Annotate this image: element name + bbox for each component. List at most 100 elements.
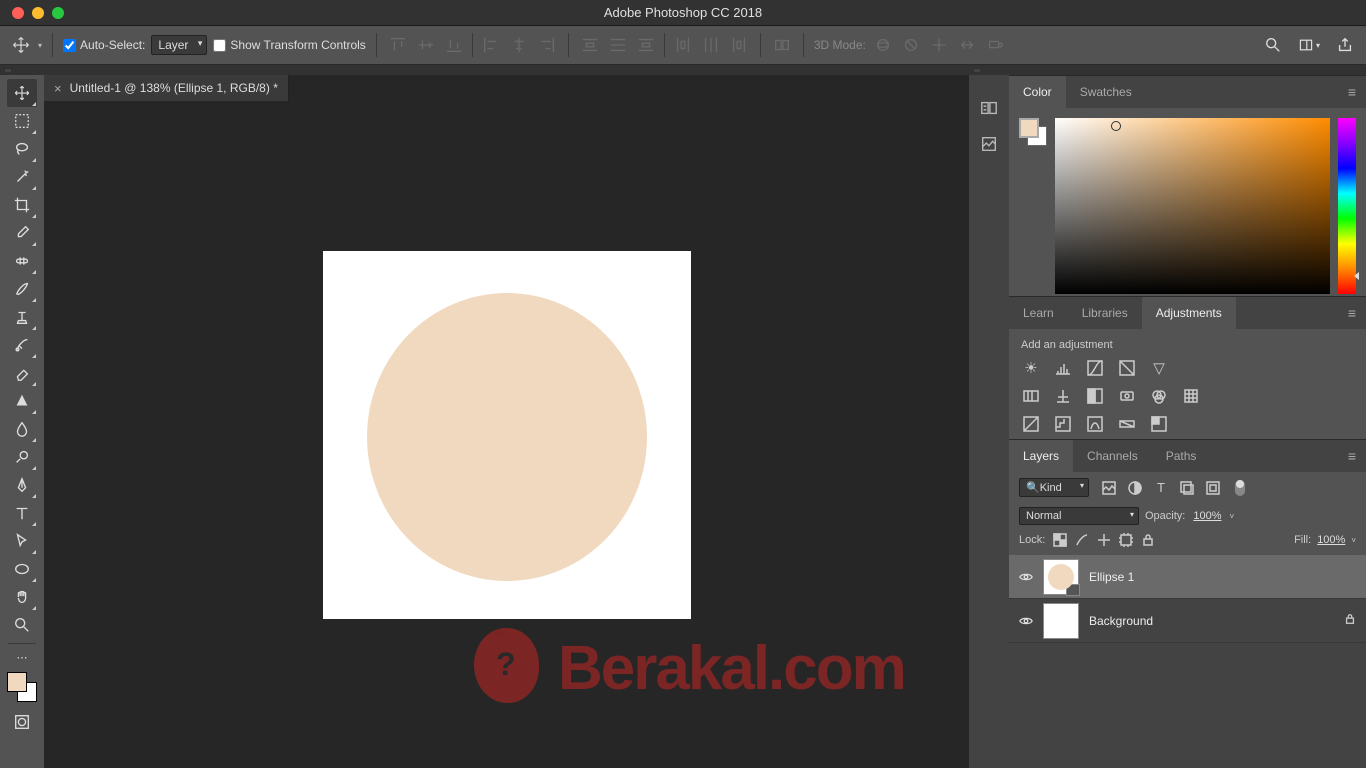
zoom-tool[interactable] <box>7 611 37 639</box>
tab-adjustments[interactable]: Adjustments <box>1142 297 1236 329</box>
ellipse-tool[interactable] <box>7 555 37 583</box>
eyedropper-tool[interactable] <box>7 219 37 247</box>
hue-saturation-icon[interactable] <box>1021 387 1041 405</box>
history-panel-icon[interactable] <box>978 99 1000 117</box>
align-vcenter-icon[interactable] <box>415 34 437 56</box>
layer-thumbnail[interactable] <box>1043 559 1079 595</box>
distribute-top-icon[interactable] <box>579 34 601 56</box>
close-window-icon[interactable] <box>12 7 24 19</box>
photo-filter-icon[interactable] <box>1117 387 1137 405</box>
channel-mixer-icon[interactable] <box>1149 387 1169 405</box>
layer-name[interactable]: Background <box>1089 614 1153 628</box>
align-right-icon[interactable] <box>536 34 558 56</box>
gradient-tool[interactable] <box>7 387 37 415</box>
align-hcenter-icon[interactable] <box>508 34 530 56</box>
three-d-zoom-icon[interactable] <box>984 34 1006 56</box>
three-d-roll-icon[interactable] <box>900 34 922 56</box>
layer-item[interactable]: Ellipse 1 <box>1009 555 1366 599</box>
hue-marker-icon[interactable] <box>1354 272 1359 280</box>
hand-tool[interactable] <box>7 583 37 611</box>
quick-mask-icon[interactable] <box>7 708 37 736</box>
properties-panel-icon[interactable] <box>978 135 1000 153</box>
brightness-contrast-icon[interactable]: ☀ <box>1021 359 1041 377</box>
type-tool[interactable] <box>7 499 37 527</box>
eraser-tool[interactable] <box>7 359 37 387</box>
show-transform-check-input[interactable] <box>213 39 226 52</box>
tab-learn[interactable]: Learn <box>1009 297 1068 329</box>
maximize-window-icon[interactable] <box>52 7 64 19</box>
mini-foreground-swatch[interactable] <box>1019 118 1039 138</box>
gradient-map-icon[interactable] <box>1117 415 1137 433</box>
edit-toolbar-icon[interactable]: ⋯ <box>7 648 37 666</box>
color-lookup-icon[interactable] <box>1181 387 1201 405</box>
distribute-hcenter-icon[interactable] <box>700 34 722 56</box>
color-field[interactable] <box>1055 118 1330 294</box>
visibility-icon[interactable] <box>1019 570 1033 584</box>
layer-thumbnail[interactable] <box>1043 603 1079 639</box>
tool-preset-dropdown-icon[interactable]: ▾ <box>38 41 42 50</box>
curves-icon[interactable] <box>1085 359 1105 377</box>
dodge-tool[interactable] <box>7 443 37 471</box>
color-swatches[interactable] <box>7 672 37 702</box>
fill-dropdown-icon[interactable]: ˅ <box>1351 536 1356 545</box>
share-icon[interactable] <box>1334 34 1356 56</box>
three-d-slide-icon[interactable] <box>956 34 978 56</box>
distribute-left-icon[interactable] <box>672 34 694 56</box>
tab-channels[interactable]: Channels <box>1073 440 1152 472</box>
canvas-viewport[interactable]: ? Berakal.com <box>44 101 969 768</box>
move-tool-icon[interactable] <box>10 34 32 56</box>
path-selection-tool[interactable] <box>7 527 37 555</box>
workspace-switcher-icon[interactable]: ▾ <box>1298 34 1320 56</box>
filter-smart-icon[interactable] <box>1205 480 1221 496</box>
distribute-right-icon[interactable] <box>728 34 750 56</box>
canvas[interactable] <box>323 251 691 619</box>
auto-select-mode-select[interactable]: Layer <box>151 35 207 55</box>
selective-color-icon[interactable] <box>1149 415 1169 433</box>
color-mini-swatches[interactable] <box>1019 118 1047 146</box>
lasso-tool[interactable] <box>7 135 37 163</box>
align-bottom-icon[interactable] <box>443 34 465 56</box>
search-icon[interactable] <box>1262 34 1284 56</box>
three-d-orbit-icon[interactable] <box>872 34 894 56</box>
foreground-color-swatch[interactable] <box>7 672 27 692</box>
filter-adjustment-icon[interactable] <box>1127 480 1143 496</box>
opacity-value[interactable]: 100% <box>1191 510 1223 522</box>
color-balance-icon[interactable] <box>1053 387 1073 405</box>
panel-menu-icon[interactable]: ≡ <box>1338 305 1366 321</box>
three-d-pan-icon[interactable] <box>928 34 950 56</box>
fill-value[interactable]: 100% <box>1315 534 1347 546</box>
crop-tool[interactable] <box>7 191 37 219</box>
layer-item[interactable]: Background <box>1009 599 1366 643</box>
lock-all-icon[interactable] <box>1141 533 1155 547</box>
opacity-dropdown-icon[interactable]: ˅ <box>1230 512 1235 521</box>
auto-select-check-input[interactable] <box>63 39 76 52</box>
auto-select-checkbox[interactable]: Auto-Select: <box>63 38 145 52</box>
lock-position-icon[interactable] <box>1097 533 1111 547</box>
close-tab-icon[interactable]: × <box>54 81 62 96</box>
filter-toggle[interactable] <box>1235 480 1245 496</box>
panel-menu-icon[interactable]: ≡ <box>1338 84 1366 100</box>
panel-handle[interactable] <box>969 65 1366 75</box>
exposure-icon[interactable] <box>1117 359 1137 377</box>
show-transform-checkbox[interactable]: Show Transform Controls <box>213 38 365 52</box>
pen-tool[interactable] <box>7 471 37 499</box>
lock-artboard-icon[interactable] <box>1119 533 1133 547</box>
posterize-icon[interactable] <box>1053 415 1073 433</box>
vibrance-icon[interactable]: ▽ <box>1149 359 1169 377</box>
minimize-window-icon[interactable] <box>32 7 44 19</box>
visibility-icon[interactable] <box>1019 614 1033 628</box>
layer-filter-select[interactable]: 🔍Kind <box>1019 478 1089 497</box>
invert-icon[interactable] <box>1021 415 1041 433</box>
black-white-icon[interactable] <box>1085 387 1105 405</box>
filter-pixel-icon[interactable] <box>1101 480 1117 496</box>
blend-mode-select[interactable]: Normal <box>1019 507 1139 525</box>
distribute-vcenter-icon[interactable] <box>607 34 629 56</box>
lock-pixels-icon[interactable] <box>1075 533 1089 547</box>
hue-slider[interactable] <box>1338 118 1356 294</box>
align-left-icon[interactable] <box>480 34 502 56</box>
align-top-icon[interactable] <box>387 34 409 56</box>
history-brush-tool[interactable] <box>7 331 37 359</box>
lock-transparency-icon[interactable] <box>1053 533 1067 547</box>
tab-color[interactable]: Color <box>1009 76 1066 108</box>
toolbox-handle[interactable] <box>0 65 44 75</box>
